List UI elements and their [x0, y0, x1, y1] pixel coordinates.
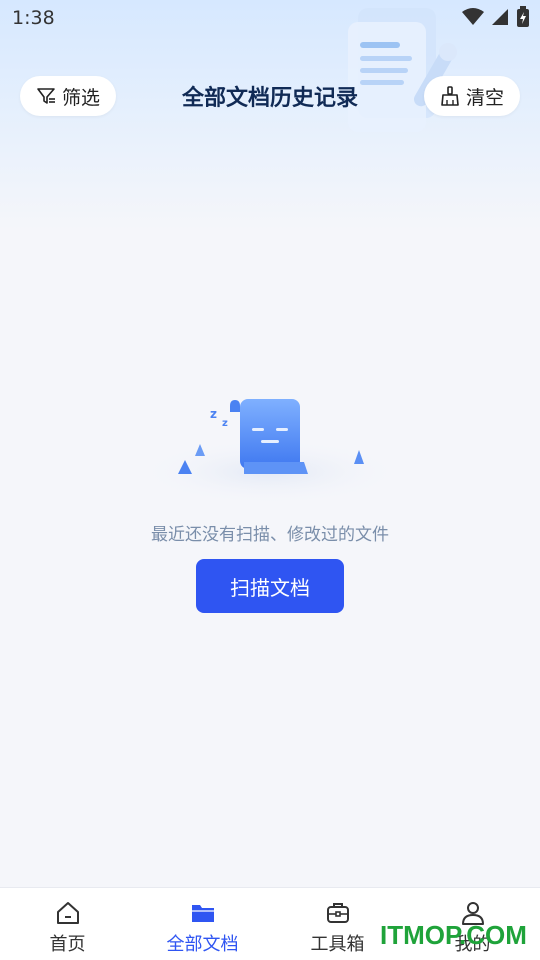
- scan-document-button[interactable]: 扫描文档: [196, 559, 344, 613]
- nav-item-home[interactable]: 首页: [0, 888, 135, 960]
- toolbox-icon: [326, 903, 349, 923]
- nav-label-home: 首页: [49, 934, 86, 955]
- home-icon: [56, 902, 79, 924]
- svg-text:z: z: [210, 407, 217, 421]
- status-time: 1:38: [12, 7, 55, 29]
- empty-state-message: 最近还没有扫描、修改过的文件: [151, 525, 389, 545]
- folder-icon: [191, 905, 214, 922]
- nav-label-all-documents: 全部文档: [166, 934, 239, 955]
- battery-icon: [517, 6, 529, 27]
- wifi-icon: [462, 8, 484, 25]
- status-bar: 1:38: [0, 0, 540, 36]
- signal-icon: [492, 9, 508, 25]
- svg-text:z: z: [222, 418, 228, 429]
- clear-button[interactable]: 清空: [424, 76, 520, 116]
- nav-item-all-documents[interactable]: 全部文档: [135, 888, 270, 960]
- empty-state-illustration: z z: [142, 399, 398, 504]
- watermark: ITMOP.COM: [380, 920, 527, 950]
- clear-label: 清空: [465, 86, 504, 109]
- broom-icon: [441, 86, 459, 106]
- nav-label-toolbox: 工具箱: [310, 934, 365, 955]
